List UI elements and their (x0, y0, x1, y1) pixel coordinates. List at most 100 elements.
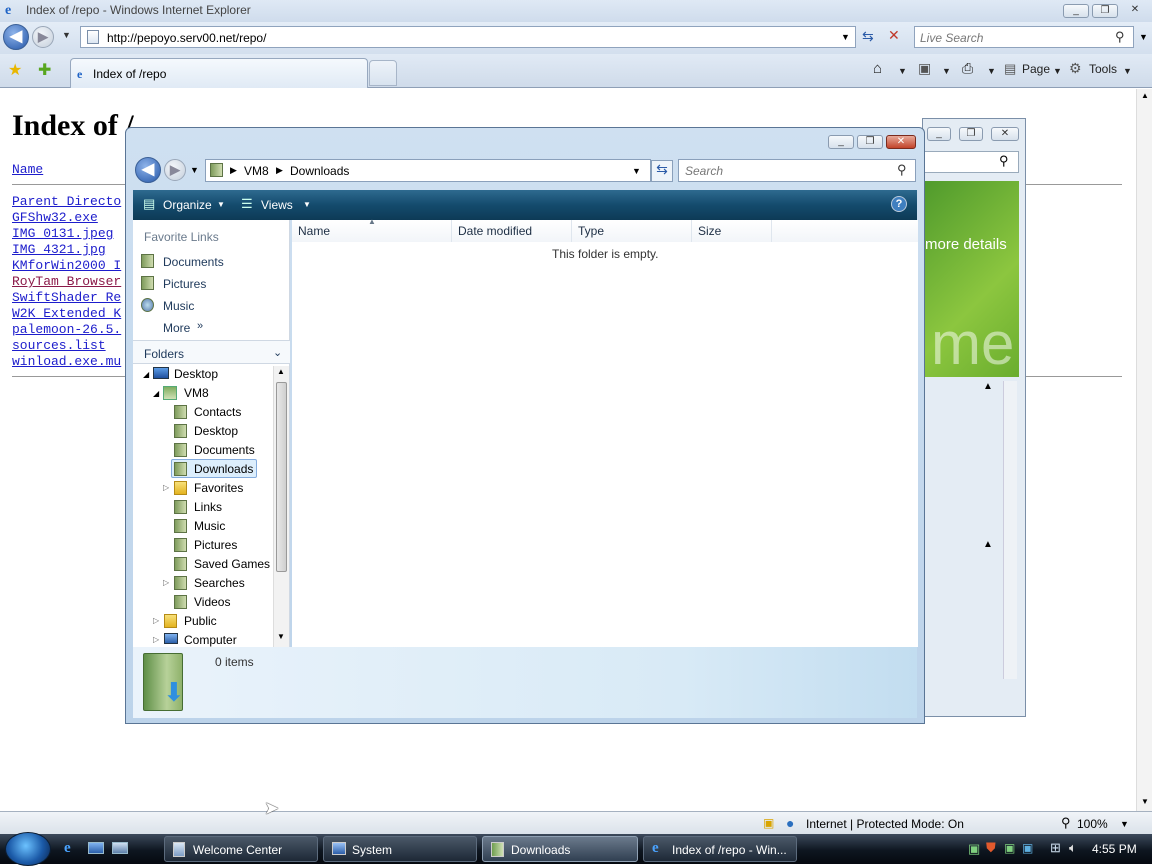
tray-network-status-icon[interactable]: ⊞ (1050, 840, 1061, 856)
folders-header[interactable]: Folders ⌄ (133, 340, 290, 364)
file-link[interactable]: RoyTam Browser (12, 274, 121, 289)
taskbar-button-welcome-center[interactable]: Welcome Center (164, 836, 318, 862)
column-header-size[interactable]: Size (692, 220, 772, 242)
clock[interactable]: 4:55 PM (1092, 842, 1137, 856)
feeds-dropdown-icon[interactable]: ▼ (942, 66, 951, 76)
organize-button[interactable]: Organize (163, 198, 212, 212)
scroll-down-icon[interactable]: ▼ (1141, 797, 1149, 806)
taskbar-button-system[interactable]: System (323, 836, 477, 862)
explorer-close-button[interactable]: ✕ (886, 135, 916, 149)
breadcrumb[interactable]: ▶ VM8 ▶ Downloads ▼ (205, 159, 651, 182)
tree-scrollbar[interactable]: ▲ ▼ (273, 366, 289, 647)
welcome-close-button[interactable]: ✕ (991, 127, 1019, 141)
tree-item-desktop-folder[interactable]: Desktop (194, 424, 238, 438)
tree-item-computer[interactable]: Computer (184, 633, 237, 647)
live-search-input[interactable]: Live Search ⚲ (914, 26, 1134, 48)
quicklaunch-show-desktop-icon[interactable] (88, 842, 104, 854)
explorer-back-button[interactable]: ◀ (135, 157, 161, 183)
tray-sync-icon[interactable]: ▣ (1022, 841, 1033, 855)
quicklaunch-switch-windows-icon[interactable] (112, 842, 128, 854)
tree-item-music[interactable]: Music (194, 519, 225, 533)
tree-item-vm8[interactable]: VM8 (184, 386, 209, 400)
file-link[interactable]: sources.list (12, 338, 106, 353)
search-icon[interactable]: ⚲ (1115, 29, 1125, 45)
welcome-minimize-button[interactable]: _ (927, 127, 951, 141)
file-link[interactable]: winload.exe.mu (12, 354, 121, 369)
collapse-icon[interactable]: ▲ (983, 539, 993, 550)
recent-pages-icon[interactable]: ▼ (190, 165, 199, 175)
file-list[interactable]: Name ▲ Date modified Type Size This fold… (292, 217, 918, 647)
tree-item-saved-games[interactable]: Saved Games (194, 557, 270, 571)
views-button[interactable]: Views (261, 198, 293, 212)
refresh-icon[interactable]: ⇆ (862, 28, 874, 45)
organize-dropdown-icon[interactable]: ▼ (217, 200, 225, 209)
back-button[interactable]: ◀ (3, 24, 29, 50)
tree-item-searches[interactable]: Searches (194, 576, 245, 590)
start-button[interactable] (5, 832, 51, 866)
welcome-scrollbar[interactable] (1003, 381, 1017, 679)
more-link[interactable]: More (163, 321, 190, 335)
file-link[interactable]: GFShw32.exe (12, 210, 98, 225)
quicklaunch-ie-icon[interactable]: e (64, 840, 71, 857)
welcome-search-icon[interactable]: ⚲ (999, 153, 1009, 169)
name-column-link[interactable]: Name (12, 162, 43, 177)
tree-item-documents[interactable]: Documents (194, 443, 255, 457)
maximize-button[interactable]: ❐ (1092, 4, 1118, 18)
explorer-search-icon[interactable]: ⚲ (897, 162, 907, 178)
tree-item-desktop[interactable]: Desktop (174, 367, 218, 381)
history-dropdown-icon[interactable]: ▼ (62, 30, 71, 40)
breadcrumb-separator-icon[interactable]: ▶ (276, 165, 283, 176)
page-menu-icon[interactable]: ▤ (1004, 61, 1016, 77)
tools-dropdown-icon[interactable]: ▼ (1123, 66, 1132, 76)
views-dropdown-icon[interactable]: ▼ (303, 200, 311, 209)
collapsed-arrow-icon[interactable]: ▷ (163, 578, 169, 587)
breadcrumb-separator-icon[interactable]: ▶ (230, 165, 237, 176)
tab-index-of-repo[interactable]: e Index of /repo (70, 58, 368, 88)
column-header-name[interactable]: Name ▲ (292, 217, 452, 242)
zoom-dropdown-icon[interactable]: ▼ (1120, 819, 1129, 829)
minimize-button[interactable]: _ (1063, 4, 1089, 18)
breadcrumb-item[interactable]: Downloads (290, 164, 349, 178)
security-zone-text[interactable]: Internet | Protected Mode: On (806, 817, 964, 831)
address-bar[interactable]: http://pepoyo.serv00.net/repo/ ▼ (80, 26, 856, 48)
tray-security-icon[interactable]: ⛊ (986, 840, 996, 856)
scroll-up-icon[interactable]: ▲ (1141, 91, 1149, 100)
file-link[interactable]: Parent Directo (12, 194, 121, 209)
tree-scroll-up-icon[interactable]: ▲ (277, 367, 285, 376)
zoom-level[interactable]: 100% (1077, 817, 1108, 831)
tree-item-videos[interactable]: Videos (194, 595, 230, 609)
explorer-window[interactable]: _ ❐ ✕ ◀ ▶ ▼ ▶ VM8 ▶ Downloads ▼ ⇆ Search… (125, 127, 925, 724)
home-dropdown-icon[interactable]: ▼ (898, 66, 907, 76)
file-link[interactable]: IMG_4321.jpg (12, 242, 106, 257)
favorites-star-icon[interactable]: ★ (8, 60, 22, 80)
breadcrumb-dropdown-icon[interactable]: ▼ (632, 166, 641, 176)
collapsed-arrow-icon[interactable]: ▷ (153, 616, 159, 625)
tree-item-downloads[interactable]: Downloads (194, 462, 253, 476)
print-dropdown-icon[interactable]: ▼ (987, 66, 996, 76)
favorite-link-music[interactable]: Music (163, 299, 194, 313)
expand-arrow-icon[interactable]: ◢ (143, 370, 149, 379)
tree-item-links[interactable]: Links (194, 500, 222, 514)
file-link[interactable]: IMG_0131.jpeg (12, 226, 113, 241)
zoom-icon[interactable]: ⚲ (1061, 815, 1071, 831)
explorer-minimize-button[interactable]: _ (828, 135, 854, 149)
welcome-maximize-button[interactable]: ❐ (959, 127, 983, 141)
tray-update-icon[interactable]: ▣ (1004, 841, 1015, 855)
new-tab-button[interactable] (369, 60, 397, 86)
feeds-icon[interactable]: ▣ (918, 60, 931, 77)
close-button[interactable]: ✕ (1121, 4, 1149, 18)
add-favorite-icon[interactable]: ✚ (38, 60, 51, 80)
explorer-maximize-button[interactable]: ❐ (857, 135, 883, 149)
tree-item-pictures[interactable]: Pictures (194, 538, 237, 552)
expand-arrow-icon[interactable]: ◢ (153, 389, 159, 398)
address-dropdown-icon[interactable]: ▼ (841, 32, 850, 42)
explorer-refresh-icon[interactable]: ⇆ (651, 160, 673, 182)
search-options-icon[interactable]: ▼ (1139, 32, 1148, 42)
file-link[interactable]: KMforWin2000_I (12, 258, 121, 273)
home-icon[interactable]: ⌂ (873, 60, 882, 77)
column-header-date-modified[interactable]: Date modified (452, 220, 572, 242)
file-link[interactable]: SwiftShader_Re (12, 290, 121, 305)
welcome-center-window[interactable]: _ ❐ ✕ ⚲ more details me ▲ ▲ (922, 118, 1026, 717)
tree-scroll-down-icon[interactable]: ▼ (277, 632, 285, 641)
more-details-link[interactable]: more details (925, 236, 1007, 253)
